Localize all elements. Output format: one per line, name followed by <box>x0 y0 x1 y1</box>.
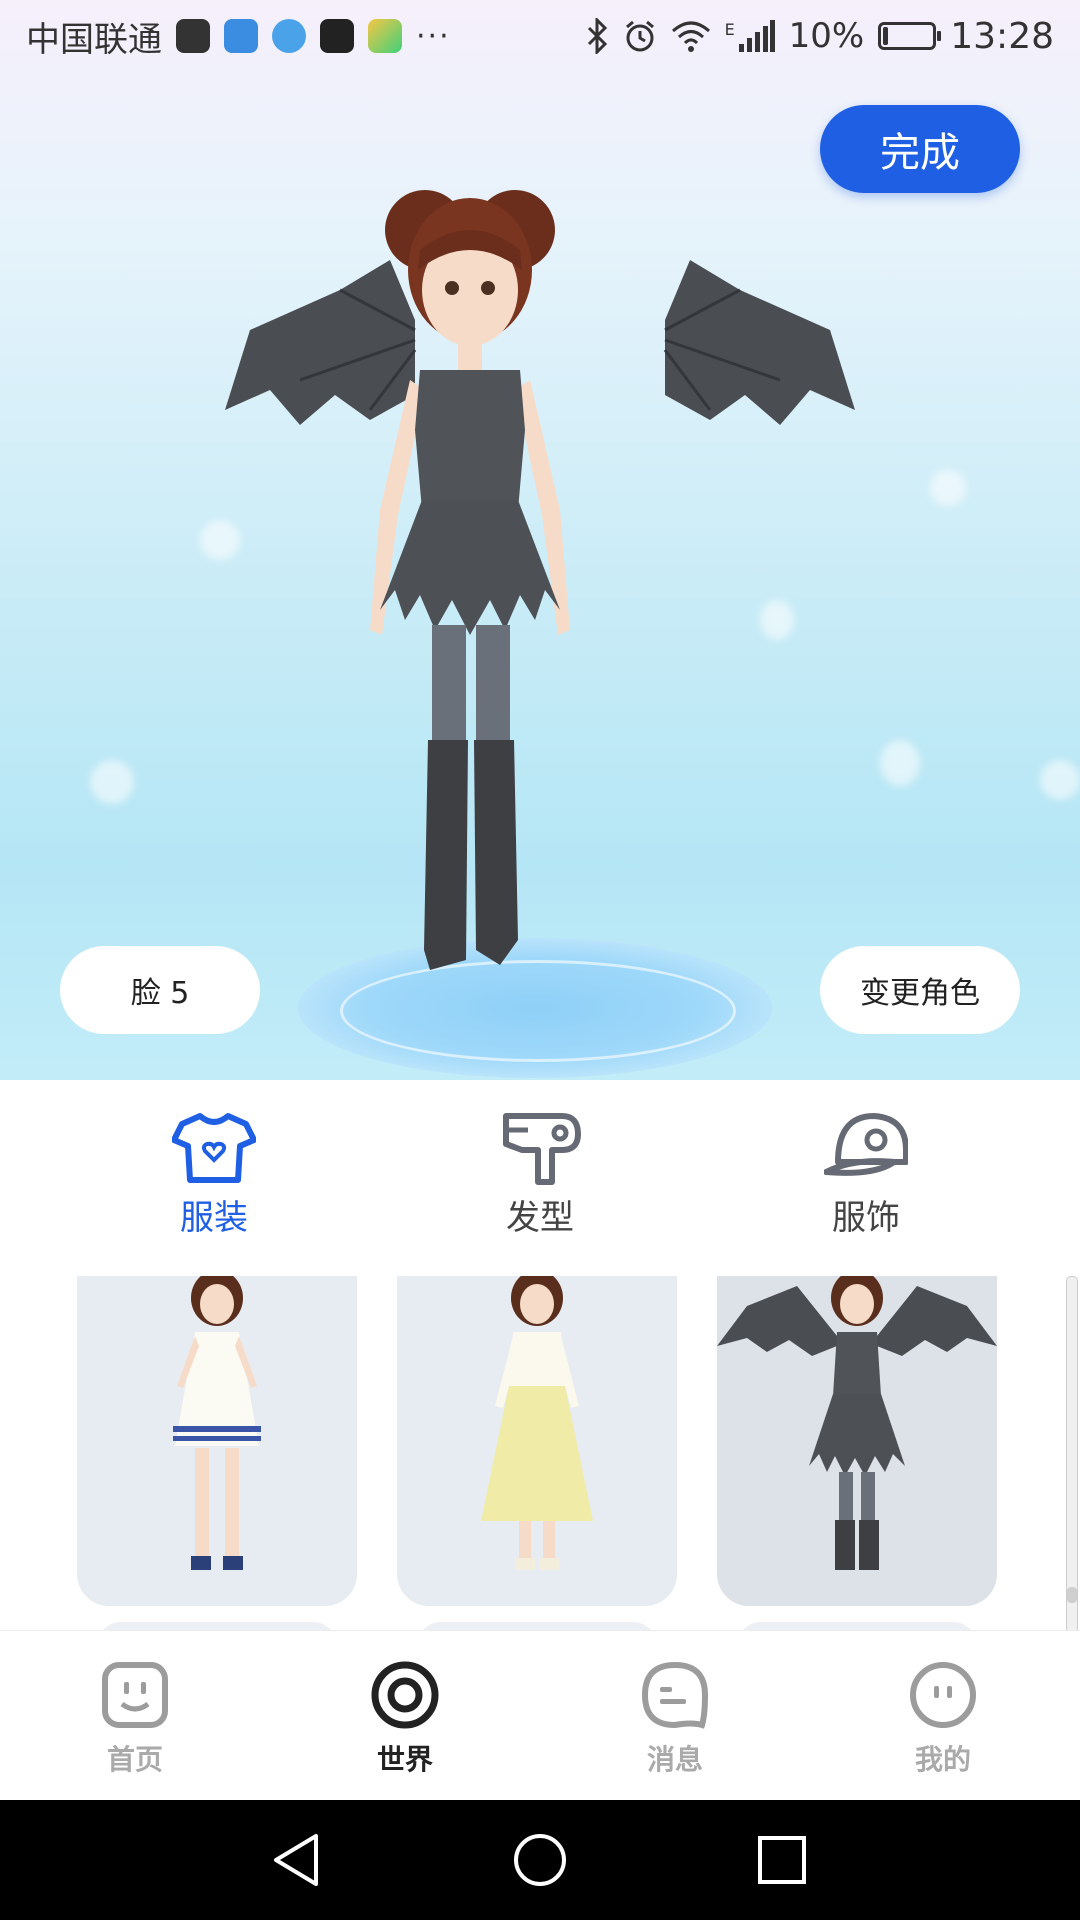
tshirt-heart-icon <box>172 1113 256 1183</box>
home-face-icon <box>102 1662 168 1728</box>
nav-label: 首页 <box>106 1743 163 1776</box>
clock: 13:28 <box>950 15 1054 57</box>
status-bar: 中国联通 ··· E 10% 13:28 <box>0 0 1080 72</box>
video-app-icon <box>368 19 402 53</box>
outfit-card-partial <box>97 1622 337 1630</box>
outfit-scrollbar[interactable] <box>1066 1276 1078 1634</box>
sparkle <box>880 740 920 786</box>
hair-dryer-icon <box>503 1113 581 1185</box>
avatar-stage[interactable]: 完成 脸 5 变更角色 <box>0 0 1080 1080</box>
health-app-icon <box>176 19 210 53</box>
tab-label: 服装 <box>180 1198 248 1238</box>
battery-percent: 10% <box>788 16 865 56</box>
more-notifications-icon: ··· <box>416 18 451 54</box>
network-type: E <box>724 20 735 39</box>
nav-label: 我的 <box>914 1743 971 1776</box>
outfit-thumbnail <box>173 1276 261 1570</box>
scrollbar-thumb[interactable] <box>1067 1587 1077 1603</box>
outfit-card-partial <box>417 1622 657 1630</box>
back-icon[interactable] <box>268 1830 328 1890</box>
nav-label: 世界 <box>376 1743 433 1776</box>
nav-label: 消息 <box>646 1743 703 1776</box>
tab-hairstyle[interactable]: 发型 <box>450 1110 630 1239</box>
sparkle <box>1040 760 1080 800</box>
tab-accessories[interactable]: 服饰 <box>776 1110 956 1239</box>
tab-label: 服饰 <box>832 1198 900 1238</box>
outfit-thumbnail <box>481 1276 593 1570</box>
bluetooth-icon <box>587 18 607 54</box>
carrier-name: 中国联通 <box>26 19 162 60</box>
outfit-thumbnail <box>717 1276 997 1570</box>
capcut-app-icon <box>320 19 354 53</box>
face-select-button[interactable]: 脸 5 <box>60 946 260 1034</box>
outfit-card-white-dress[interactable] <box>77 1276 357 1606</box>
outfit-card-yellow-skirt[interactable] <box>397 1276 677 1606</box>
home-icon[interactable] <box>510 1830 570 1890</box>
change-role-button[interactable]: 变更角色 <box>820 946 1020 1034</box>
nav-messages[interactable]: 消息 <box>595 1660 755 1778</box>
browser-app-icon <box>272 19 306 53</box>
world-target-icon <box>371 1661 439 1729</box>
wifi-icon <box>671 21 710 52</box>
outfit-card-bat-dress[interactable] <box>717 1276 997 1606</box>
tab-clothing[interactable]: 服装 <box>124 1110 304 1239</box>
battery-icon <box>878 22 942 50</box>
outfit-card-partial <box>737 1622 977 1630</box>
nav-home[interactable]: 首页 <box>55 1660 215 1778</box>
cap-icon <box>824 1113 908 1176</box>
alarm-icon <box>625 20 654 52</box>
nav-profile[interactable]: 我的 <box>863 1660 1023 1778</box>
avatar-character[interactable] <box>220 180 860 1020</box>
sparkle <box>90 760 134 804</box>
nav-world[interactable]: 世界 <box>325 1660 485 1778</box>
outfit-grid <box>0 1276 1080 1630</box>
tab-label: 发型 <box>506 1198 574 1238</box>
shield-app-icon <box>224 19 258 53</box>
sparkle <box>930 470 966 506</box>
profile-face-icon <box>910 1662 976 1728</box>
signal-icon <box>738 20 775 52</box>
message-bubble-icon <box>641 1661 709 1729</box>
done-button[interactable]: 完成 <box>820 105 1020 193</box>
recents-icon[interactable] <box>752 1830 812 1890</box>
